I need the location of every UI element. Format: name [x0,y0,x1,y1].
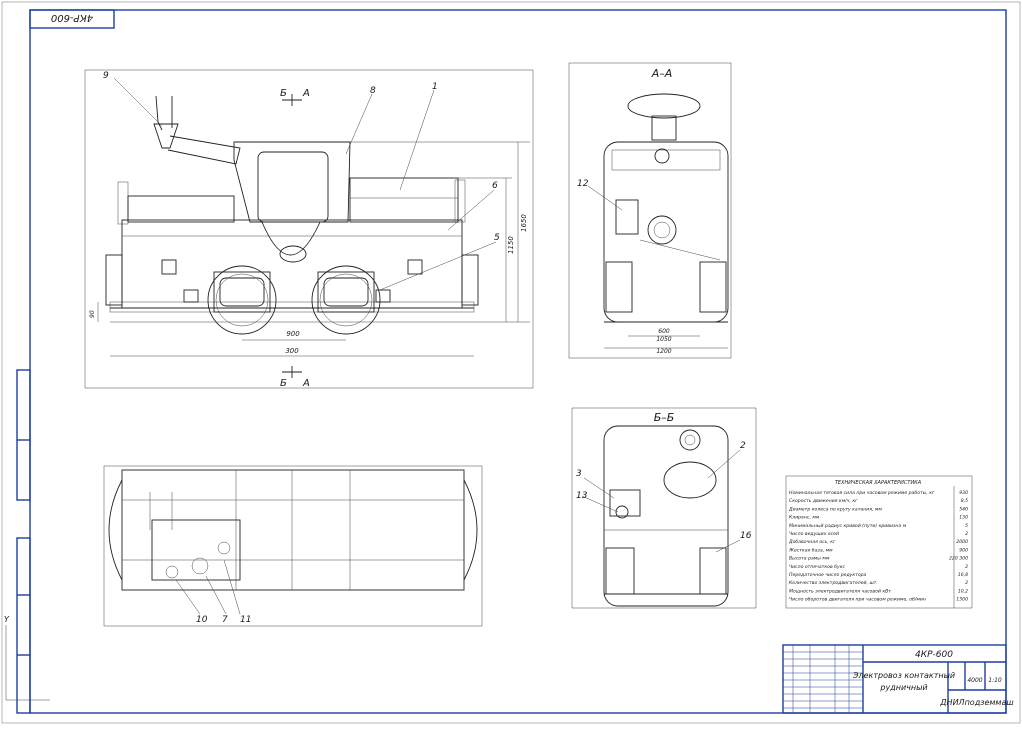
side-section-mark-a-bottom: А [302,378,310,389]
tech-row-label: Мощность электродвигателя часовой кВт [789,588,891,594]
callout-3: 3 [576,469,582,479]
title-block-org: ДНИЛподземмаш [939,698,1014,707]
callout-2: 2 [740,441,746,451]
dim-1150: 1150 [507,236,515,254]
drawing-canvas: 4КР-600 Y Б А Б А 9 8 1 6 5 900 1650 115… [0,0,1022,725]
tech-row-label: Скорость движения км/ч, кг [789,498,858,504]
tech-row-label: Число ведущих осей [789,531,839,537]
tech-row-value: 10,2 [958,588,968,594]
dim-1200: 1200 [656,348,671,355]
callout-5: 5 [494,233,500,243]
callout-16: 16 [740,531,752,541]
tech-row-value: 8,5 [961,498,968,504]
tech-row-label: Добавочная ось, кг [788,539,836,545]
section-aa-title: А–А [651,67,673,80]
callout-11: 11 [240,615,251,625]
tech-row-label: Число отпечатков букс [789,564,845,570]
dim-90: 90 [89,310,96,318]
side-section-mark-b-top: Б [280,88,287,99]
callout-13: 13 [576,491,588,501]
tech-row-value: 2 [965,564,968,570]
tech-row-label: Жесткая база, мм [788,547,833,553]
title-block-name-line2: рудничный [879,683,927,692]
tech-row-value: 900 [959,547,968,553]
dim-1050: 1050 [656,336,671,343]
title-block-mass: 4000 [967,677,982,684]
tech-row-value: 5 [965,523,968,529]
callout-1: 1 [432,82,438,92]
tech-row-label: Минимальный радиус кривой (пути) кривизн… [789,523,907,529]
tech-row-value: 2000 [956,539,968,545]
tech-row-value: 16,8 [958,572,968,578]
callout-9: 9 [103,71,109,81]
tech-row-label: Передаточное число редуктора [789,572,867,578]
tech-spec-title: ТЕХНИЧЕСКАЯ ХАРАКТЕРИСТИКА [835,480,922,486]
title-block-code: 4КР-600 [915,650,953,660]
tech-row-label: Высота рамы мм [789,556,830,562]
callout-6: 6 [492,181,498,191]
tech-row-label: Количество электродвигателей, шт. [789,580,878,586]
tech-row-label: Число оборотов двигателя при часовом реж… [789,597,926,603]
tech-row-value: 2 [965,580,968,586]
section-bb-title: Б–Б [654,411,675,424]
title-block-name-line1: Электровоз контактный [852,671,955,680]
side-section-mark-b-bottom: Б [280,378,287,389]
title-block-scale: 1:10 [988,677,1002,684]
tech-row-label: Номинальная тяговая сила при часовом реж… [789,490,935,496]
tech-row-label: Клиренс, мм [789,515,820,521]
dim-600: 600 [658,328,670,335]
tech-row-value: 220 300 [949,556,968,562]
callout-7: 7 [222,615,228,625]
tech-row-value: 130 [959,515,968,521]
side-section-mark-a-top: А [302,88,310,99]
tech-row-value: 930 [959,490,968,496]
dim-900: 900 [286,330,300,338]
dim-1650: 1650 [520,214,528,232]
top-stamp-text: 4КР-600 [51,12,93,23]
callout-8: 8 [370,86,376,96]
callout-10: 10 [196,615,208,625]
dim-3000: 300 [285,347,299,355]
callout-12: 12 [577,179,589,189]
tech-row-value: 1500 [956,597,968,603]
tech-row-label: Диаметр колеса по кругу катания, мм [788,506,882,512]
tech-row-value: 2 [965,531,968,537]
tech-row-value: 540 [959,506,968,512]
drawing-sheet: 4КР-600 Y Б А Б А 9 8 1 6 5 900 1650 115… [0,0,1022,725]
